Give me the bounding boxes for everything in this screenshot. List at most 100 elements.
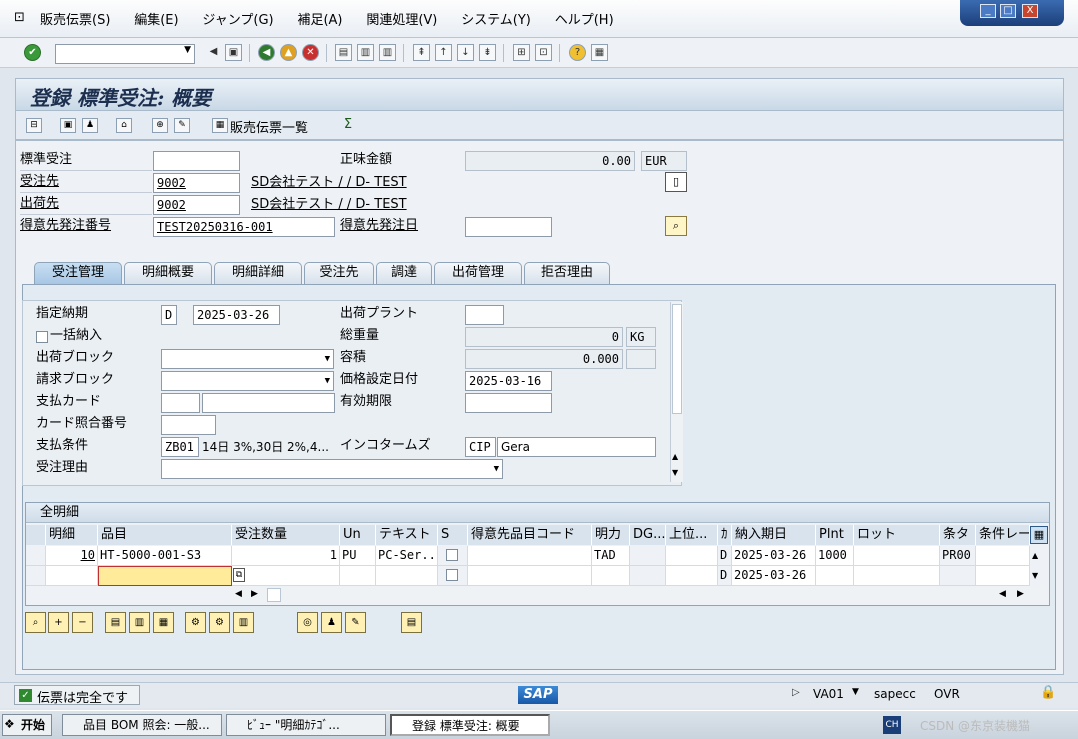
col-batch[interactable]: ロット — [854, 525, 940, 545]
menu-sales-doc[interactable]: 販売伝票(S) — [40, 11, 110, 31]
status-message-box[interactable]: ✓ 伝票は完全です — [14, 685, 140, 706]
new-session-icon[interactable]: ⊞ — [513, 44, 530, 61]
ship-to-field[interactable]: 9002 — [153, 195, 240, 215]
first-page-icon[interactable]: ⇞ — [413, 44, 430, 61]
col-item[interactable]: 明細 — [46, 525, 98, 545]
cell-unit[interactable]: PU — [340, 546, 376, 566]
col-unit[interactable]: Un — [340, 525, 376, 545]
task-view-item-cat[interactable]: ﾋﾞｭｰ "明細ｶﾃｺﾞ... — [226, 714, 386, 736]
tab-procurement[interactable]: 調達 — [376, 262, 432, 284]
deselect-all-button[interactable]: ▦ — [153, 612, 174, 633]
cell-order-qty[interactable]: 1 — [232, 546, 340, 566]
copy-doc-icon[interactable]: ⊕ — [152, 118, 168, 133]
billing-block-select[interactable] — [161, 371, 334, 391]
delete-doc-icon[interactable]: ✎ — [174, 118, 190, 133]
save-icon[interactable]: ▣ — [225, 44, 242, 61]
order-reason-select[interactable] — [161, 459, 503, 479]
menu-edit[interactable]: 編集(E) — [134, 11, 178, 31]
scroll-down-icon[interactable]: ▼ — [672, 468, 678, 477]
req-delivery-date-field[interactable]: 2025-03-26 — [193, 305, 280, 325]
task-create-std-order[interactable]: 登録 標準受注: 概要 — [390, 714, 550, 736]
tab-ordering-party[interactable]: 受注先 — [304, 262, 374, 284]
col-material[interactable]: 品目 — [98, 525, 232, 545]
complete-delivery-checkbox[interactable] — [36, 331, 48, 343]
prev-page-icon[interactable]: ↑ — [435, 44, 452, 61]
cancel-icon[interactable]: ✕ — [302, 44, 319, 61]
col-delivery-date[interactable]: 納入期日 — [732, 525, 816, 545]
close-button[interactable]: X — [1022, 4, 1038, 18]
layout-menu-icon[interactable]: ▦ — [591, 44, 608, 61]
cell-batch[interactable] — [854, 546, 940, 566]
tab-reason-rejection[interactable]: 拒否理由 — [524, 262, 610, 284]
sales-doc-list-button[interactable]: 販売伝票一覧 — [230, 117, 308, 136]
sold-to-field[interactable]: 9002 — [153, 173, 240, 193]
scroll-right-end-icon[interactable]: ▶ — [1017, 589, 1024, 599]
tab-shipping[interactable]: 出荷管理 — [434, 262, 522, 284]
cell-cust-material[interactable] — [468, 546, 592, 566]
partner-icon[interactable]: ♟ — [82, 118, 98, 133]
payment-card-type-field[interactable] — [161, 393, 200, 413]
col-plant[interactable]: Plnt — [816, 525, 854, 545]
po-number-label[interactable]: 得意先発注番号 — [20, 217, 111, 235]
incoterms-place-field[interactable]: Gera — [497, 437, 656, 457]
col-d[interactable]: ｶ — [718, 525, 732, 545]
item-detail-button[interactable]: ⌕ — [25, 612, 46, 633]
incoterms-field[interactable]: CIP — [465, 437, 496, 457]
col-cond-rate[interactable]: 条件レー — [976, 525, 1030, 545]
cell-material[interactable]: HT-5000-001-S3 — [98, 546, 232, 566]
scroll-thumb[interactable] — [672, 304, 682, 414]
tab-sales[interactable]: 受注管理 — [34, 262, 122, 284]
enter-icon[interactable]: ✔ — [24, 44, 41, 61]
sum-icon[interactable]: Σ — [340, 118, 356, 133]
std-order-field[interactable] — [153, 151, 240, 171]
hscroll-thumb[interactable] — [267, 588, 281, 602]
menu-extras[interactable]: 補足(A) — [297, 11, 342, 31]
menu-help[interactable]: ヘルプ(H) — [555, 11, 614, 31]
cell-higher-item[interactable] — [666, 546, 718, 566]
scroll-right-icon[interactable]: ▶ — [251, 589, 258, 599]
availability-button[interactable]: ◎ — [297, 612, 318, 633]
scroll-up-icon[interactable]: ▲ — [672, 452, 678, 461]
cell-delivery-date[interactable]: 2025-03-26 — [732, 546, 816, 566]
ship-to-label[interactable]: 出荷先 — [20, 195, 59, 213]
sales-doc-list-icon[interactable]: ▦ — [212, 118, 228, 133]
back-arrow-icon[interactable]: ◀ — [205, 44, 222, 61]
shortcut-icon[interactable]: ⊡ — [535, 44, 552, 61]
po-date-field[interactable] — [465, 217, 552, 237]
pricing-button[interactable]: ▥ — [233, 612, 254, 633]
menu-environment[interactable]: 関連処理(V) — [366, 11, 437, 31]
menu-goto[interactable]: ジャンプ(G) — [202, 11, 273, 31]
menu-system[interactable]: システム(Y) — [461, 11, 531, 31]
subpanel-scrollbar[interactable]: ▲ ▼ — [670, 302, 683, 482]
last-page-icon[interactable]: ⇟ — [479, 44, 496, 61]
col-item-cat[interactable]: 明力 — [592, 525, 630, 545]
col-higher-item[interactable]: 上位... — [666, 525, 718, 545]
texts-button[interactable]: ✎ — [345, 612, 366, 633]
status-expand-icon[interactable]: ▷ — [792, 687, 800, 698]
menu-icon[interactable]: ⊡ — [14, 10, 25, 25]
sold-to-icon[interactable]: ⌂ — [116, 118, 132, 133]
exit-icon[interactable]: ▲ — [280, 44, 297, 61]
configuration-button[interactable]: ⚙ — [185, 612, 206, 633]
select-block-button[interactable]: ▥ — [129, 612, 150, 633]
cell-cond-rate[interactable] — [976, 546, 1030, 566]
cell-batch[interactable] — [854, 566, 940, 586]
language-indicator[interactable]: CH — [883, 716, 901, 734]
sold-to-label[interactable]: 受注先 — [20, 173, 59, 191]
schedule-lines-button[interactable]: ⚙ — [209, 612, 230, 633]
row-selector[interactable] — [26, 546, 46, 566]
cell-item-cat[interactable] — [592, 566, 630, 586]
ship-to-name[interactable]: SD会社テスト / / D- TEST — [251, 196, 407, 214]
payment-terms-field[interactable]: ZB01 — [161, 437, 199, 457]
tab-item-overview[interactable]: 明細概要 — [124, 262, 212, 284]
find-icon[interactable]: ▥ — [357, 44, 374, 61]
valid-to-field[interactable] — [465, 393, 552, 413]
task-bom-display[interactable]: 品目 BOM 照会: 一般... — [62, 714, 222, 736]
cell-material-focused[interactable] — [98, 566, 232, 586]
col-s[interactable]: S — [438, 525, 468, 545]
help-icon[interactable]: ? — [569, 44, 586, 61]
grid-scroll-up-icon[interactable]: ▲ — [1032, 551, 1038, 560]
cell-cust-material[interactable] — [468, 566, 592, 586]
pricing-date-field[interactable]: 2025-03-16 — [465, 371, 552, 391]
display-po-icon[interactable]: ⌕ — [665, 216, 687, 236]
